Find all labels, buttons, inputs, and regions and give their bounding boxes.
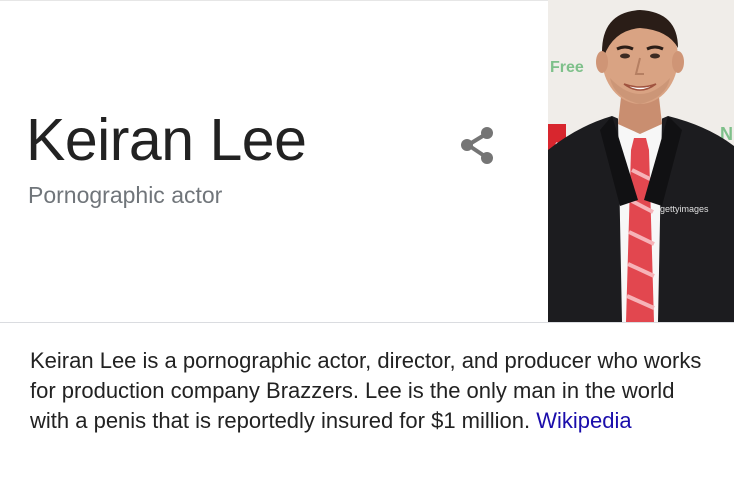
section-divider [0,322,734,323]
backdrop-text-free: Free [550,59,584,76]
entity-photo[interactable]: Free A N [548,0,734,322]
share-button[interactable] [456,124,500,168]
photo-watermark: gettyimages [660,204,709,214]
entity-description: Keiran Lee is a pornographic actor, dire… [30,346,710,436]
entity-title: Keiran Lee [26,107,307,173]
panel-header: Keiran Lee Pornographic actor [0,0,548,322]
wikipedia-link[interactable]: Wikipedia [536,408,631,433]
share-icon [461,127,493,164]
entity-photo-image: Free A N [548,0,734,322]
knowledge-panel: Keiran Lee Pornographic actor Free A N [0,0,734,490]
entity-subtitle: Pornographic actor [28,182,223,208]
